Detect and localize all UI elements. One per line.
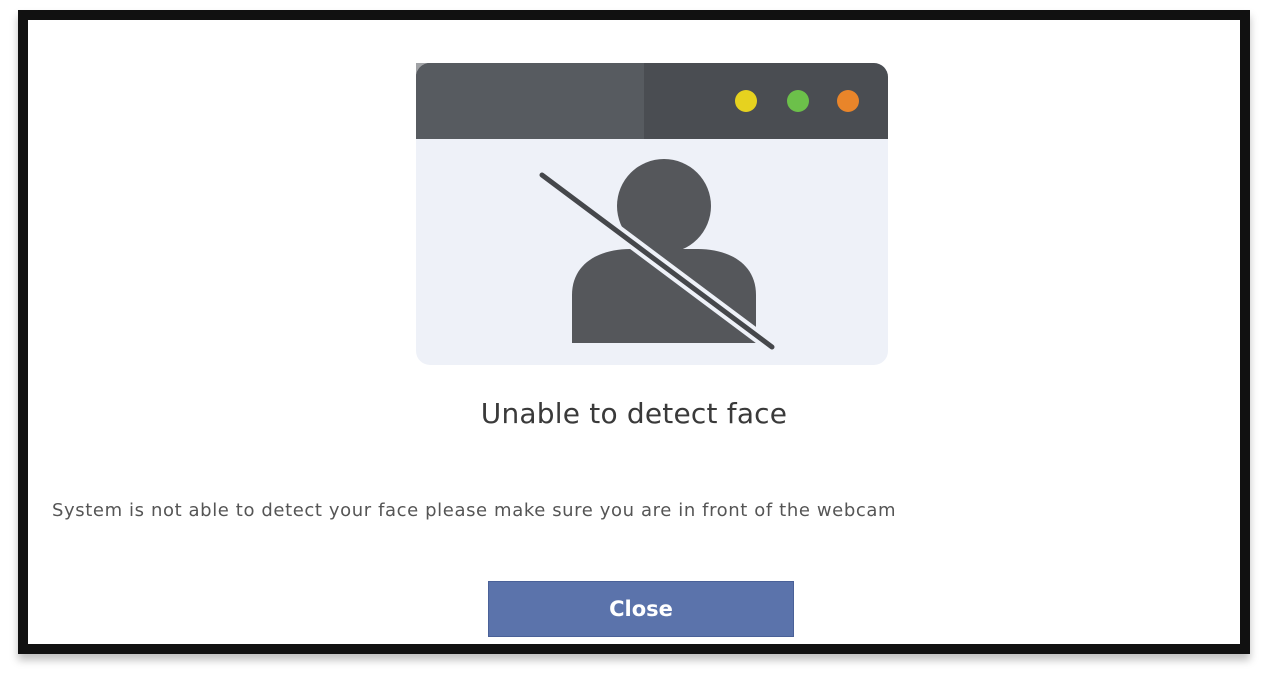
dialog-message: System is not able to detect your face p…	[52, 500, 897, 521]
window-dot-yellow	[735, 90, 757, 112]
close-button[interactable]: Close	[488, 581, 794, 637]
dialog-title: Unable to detect face	[480, 397, 788, 430]
window-dot-orange	[837, 90, 859, 112]
dialog-frame: Unable to detect face System is not able…	[18, 10, 1250, 654]
no-face-detected-icon	[416, 63, 888, 365]
window-dot-green	[787, 90, 809, 112]
face-detection-dialog: Unable to detect face System is not able…	[28, 20, 1240, 644]
